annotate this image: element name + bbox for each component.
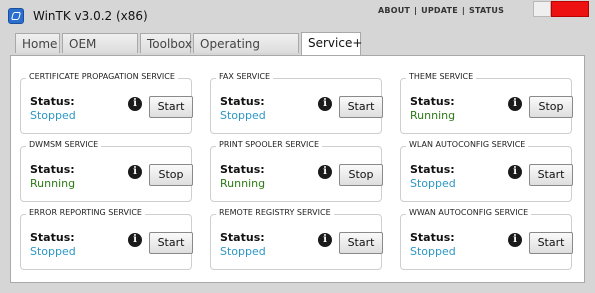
start-button[interactable]: Start xyxy=(149,96,193,118)
minimize-button[interactable] xyxy=(533,1,551,17)
status-label: Status: xyxy=(220,163,265,176)
status-value: Running xyxy=(30,177,76,190)
link-separator: | xyxy=(414,6,418,15)
update-link[interactable]: UPDATE xyxy=(421,6,458,15)
service-name: REMOTE REGISTRY SERVICE xyxy=(216,208,334,217)
title-bar: WinTK v3.0.2 (x86) ABOUT | UPDATE | STATUS xyxy=(0,0,595,32)
tab-toolbox[interactable]: Toolbox xyxy=(140,33,192,53)
service-card-dwmsm: DWMSM SERVICE Status: Running i Stop xyxy=(20,140,193,202)
service-card-wlan-autoconfig: WLAN AUTOCONFIG SERVICE Status: Stopped … xyxy=(400,140,573,202)
about-link[interactable]: ABOUT xyxy=(378,6,410,15)
service-name: ERROR REPORTING SERVICE xyxy=(26,208,145,217)
status-label: Status: xyxy=(30,163,75,176)
stop-button[interactable]: Stop xyxy=(529,96,573,118)
service-card-wwan-autoconfig: WWAN AUTOCONFIG SERVICE Status: Stopped … xyxy=(400,208,573,270)
info-icon[interactable]: i xyxy=(508,165,522,179)
service-card-theme: THEME SERVICE Status: Running i Stop xyxy=(400,72,573,134)
status-value: Stopped xyxy=(30,109,76,122)
info-icon[interactable]: i xyxy=(318,233,332,247)
service-name: CERTIFICATE PROPAGATION SERVICE xyxy=(26,72,178,81)
tab-service-plus[interactable]: Service+ xyxy=(301,32,362,55)
service-card-print-spooler: PRINT SPOOLER SERVICE Status: Running i … xyxy=(210,140,383,202)
window-title: WinTK v3.0.2 (x86) xyxy=(33,9,148,23)
status-label: Status: xyxy=(410,95,455,108)
service-name: FAX SERVICE xyxy=(216,72,274,81)
info-icon[interactable]: i xyxy=(318,97,332,111)
status-value: Stopped xyxy=(30,245,76,258)
top-links: ABOUT | UPDATE | STATUS xyxy=(378,6,504,15)
info-icon[interactable]: i xyxy=(128,233,142,247)
status-value: Stopped xyxy=(220,245,266,258)
start-button[interactable]: Start xyxy=(529,232,573,254)
close-button[interactable] xyxy=(551,1,589,17)
app-icon xyxy=(8,8,24,24)
info-icon[interactable]: i xyxy=(128,97,142,111)
info-icon[interactable]: i xyxy=(318,165,332,179)
service-name: THEME SERVICE xyxy=(406,72,477,81)
stop-button[interactable]: Stop xyxy=(339,164,383,186)
status-value: Stopped xyxy=(220,109,266,122)
service-name: PRINT SPOOLER SERVICE xyxy=(216,140,322,149)
services-panel: CERTIFICATE PROPAGATION SERVICE Status: … xyxy=(10,55,585,283)
start-button[interactable]: Start xyxy=(529,164,573,186)
tab-home[interactable]: Home xyxy=(15,33,60,53)
tab-oem-editor[interactable]: OEM Editor xyxy=(62,33,138,71)
tab-operating-system[interactable]: Operating System xyxy=(193,33,299,71)
service-card-error-reporting: ERROR REPORTING SERVICE Status: Stopped … xyxy=(20,208,193,270)
status-label: Status: xyxy=(410,231,455,244)
stop-button[interactable]: Stop xyxy=(149,164,193,186)
start-button[interactable]: Start xyxy=(339,96,383,118)
info-icon[interactable]: i xyxy=(508,233,522,247)
status-label: Status: xyxy=(410,163,455,176)
start-button[interactable]: Start xyxy=(339,232,383,254)
status-value: Running xyxy=(410,109,456,122)
status-label: Status: xyxy=(30,231,75,244)
status-label: Status: xyxy=(220,95,265,108)
link-separator: | xyxy=(461,6,465,15)
service-name: DWMSM SERVICE xyxy=(26,140,102,149)
status-value: Running xyxy=(220,177,266,190)
info-icon[interactable]: i xyxy=(508,97,522,111)
service-card-remote-registry: REMOTE REGISTRY SERVICE Status: Stopped … xyxy=(210,208,383,270)
service-card-fax: FAX SERVICE Status: Stopped i Start xyxy=(210,72,383,134)
service-card-certificate-propagation: CERTIFICATE PROPAGATION SERVICE Status: … xyxy=(20,72,193,134)
service-name: WWAN AUTOCONFIG SERVICE xyxy=(406,208,532,217)
start-button[interactable]: Start xyxy=(149,232,193,254)
status-link[interactable]: STATUS xyxy=(469,6,504,15)
info-icon[interactable]: i xyxy=(128,165,142,179)
status-label: Status: xyxy=(30,95,75,108)
status-label: Status: xyxy=(220,231,265,244)
service-name: WLAN AUTOCONFIG SERVICE xyxy=(406,140,529,149)
status-value: Stopped xyxy=(410,245,456,258)
status-value: Stopped xyxy=(410,177,456,190)
